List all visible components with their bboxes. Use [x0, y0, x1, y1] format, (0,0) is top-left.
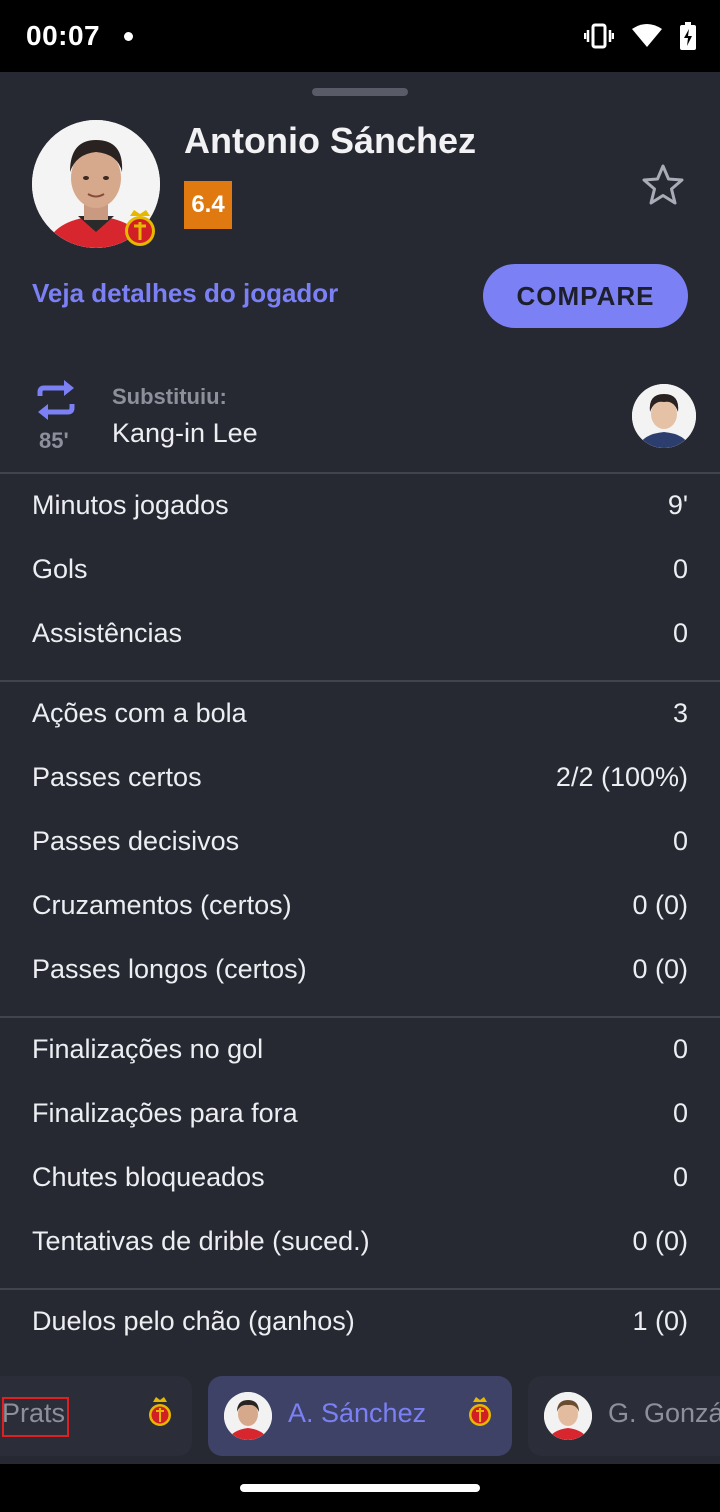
stat-row-touches: Ações com a bola 3 [32, 698, 688, 738]
club-crest-icon [125, 210, 155, 246]
stat-value: 2/2 (100%) [555, 762, 688, 792]
player-tab-bar: Prats A. Sánchez G. Gonzá [0, 1376, 720, 1464]
player-tab-avatar [224, 1392, 272, 1440]
favorite-star-icon[interactable] [640, 162, 686, 208]
player-details-link[interactable]: Veja detalhes do jogador [32, 278, 338, 309]
stat-label: Cruzamentos (certos) [32, 890, 292, 920]
stat-label: Passes certos [32, 762, 202, 792]
stat-row-shots-off-target: Finalizações para fora 0 [32, 1098, 688, 1138]
player-tab-prats[interactable]: Prats [0, 1376, 192, 1456]
substitution-minute: 85' [39, 428, 69, 453]
section-divider [0, 680, 720, 682]
section-divider [0, 1288, 720, 1290]
substitution-icon [37, 380, 75, 420]
section-divider [0, 472, 720, 474]
substituted-player-name[interactable]: Kang-in Lee [112, 418, 258, 449]
player-tab-avatar [544, 1392, 592, 1440]
section-divider [0, 1016, 720, 1018]
stat-value: 0 [672, 1162, 688, 1192]
stat-row-accurate-passes: Passes certos 2/2 (100%) [32, 762, 688, 802]
notification-dot-icon [124, 32, 133, 41]
club-crest-icon [469, 1397, 491, 1426]
substituted-player-avatar[interactable] [632, 384, 696, 448]
stat-row-blocked-shots: Chutes bloqueados 0 [32, 1162, 688, 1202]
stat-row-goals: Gols 0 [32, 554, 688, 594]
battery-icon [680, 22, 696, 50]
stat-label: Duelos pelo chão (ganhos) [32, 1306, 355, 1336]
stat-label: Finalizações para fora [32, 1098, 298, 1128]
stat-value: 0 [672, 826, 688, 856]
stat-value: 9' [667, 490, 688, 520]
club-crest-icon [149, 1397, 171, 1426]
player-name: Antonio Sánchez [184, 120, 477, 161]
sheet-drag-handle[interactable] [312, 88, 408, 96]
stat-value: 0 (0) [632, 890, 688, 920]
stat-row-long-balls: Passes longos (certos) 0 (0) [32, 954, 688, 994]
stat-label: Assistências [32, 618, 183, 648]
stat-value: 0 [672, 1034, 688, 1064]
stat-label: Passes longos (certos) [32, 954, 307, 984]
stat-label: Chutes bloqueados [32, 1162, 265, 1192]
stat-value: 3 [672, 698, 688, 728]
status-bar: 00:07 [0, 0, 720, 72]
player-tab-label: G. Gonzá [608, 1398, 720, 1428]
vibrate-icon [584, 23, 614, 49]
player-bottom-sheet: Antonio Sánchez 6.4 Veja detalhes do jog… [0, 72, 720, 1464]
stat-value: 0 [672, 554, 688, 584]
stat-row-key-passes: Passes decisivos 0 [32, 826, 688, 866]
rating-badge: 6.4 [184, 181, 232, 229]
highlight-box [2, 1397, 69, 1437]
stat-value: 0 [672, 618, 688, 648]
player-tab-label: A. Sánchez [288, 1398, 427, 1428]
compare-button[interactable]: COMPARE [483, 264, 688, 328]
stat-row-shots-on-target: Finalizações no gol 0 [32, 1034, 688, 1074]
stat-label: Passes decisivos [32, 826, 240, 856]
stat-label: Minutos jogados [32, 490, 229, 520]
home-gesture-handle[interactable] [240, 1484, 480, 1492]
stat-row-crosses: Cruzamentos (certos) 0 (0) [32, 890, 688, 930]
stat-value: 0 (0) [632, 954, 688, 984]
stat-label: Gols [32, 554, 88, 584]
stat-row-minutes: Minutos jogados 9' [32, 490, 688, 530]
status-time: 00:07 [26, 20, 101, 51]
stat-label: Tentativas de drible (suced.) [32, 1226, 370, 1256]
substitution-label: Substituiu: [112, 384, 227, 409]
stat-value: 0 [672, 1098, 688, 1128]
system-nav-bar [0, 1464, 720, 1512]
stat-row-dribbles: Tentativas de drible (suced.) 0 (0) [32, 1226, 688, 1266]
stat-row-assists: Assistências 0 [32, 618, 688, 658]
status-icons [584, 22, 696, 50]
player-tab-g-gonzalez[interactable]: G. Gonzá [528, 1376, 720, 1456]
player-tab-a-sanchez[interactable]: A. Sánchez [208, 1376, 512, 1456]
wifi-icon [632, 24, 662, 47]
stat-label: Ações com a bola [32, 698, 247, 728]
stat-label: Finalizações no gol [32, 1034, 264, 1064]
stat-value: 0 (0) [632, 1226, 688, 1256]
stat-row-ground-duels: Duelos pelo chão (ganhos) 1 (0) [32, 1306, 688, 1346]
stat-value: 1 (0) [632, 1306, 688, 1336]
